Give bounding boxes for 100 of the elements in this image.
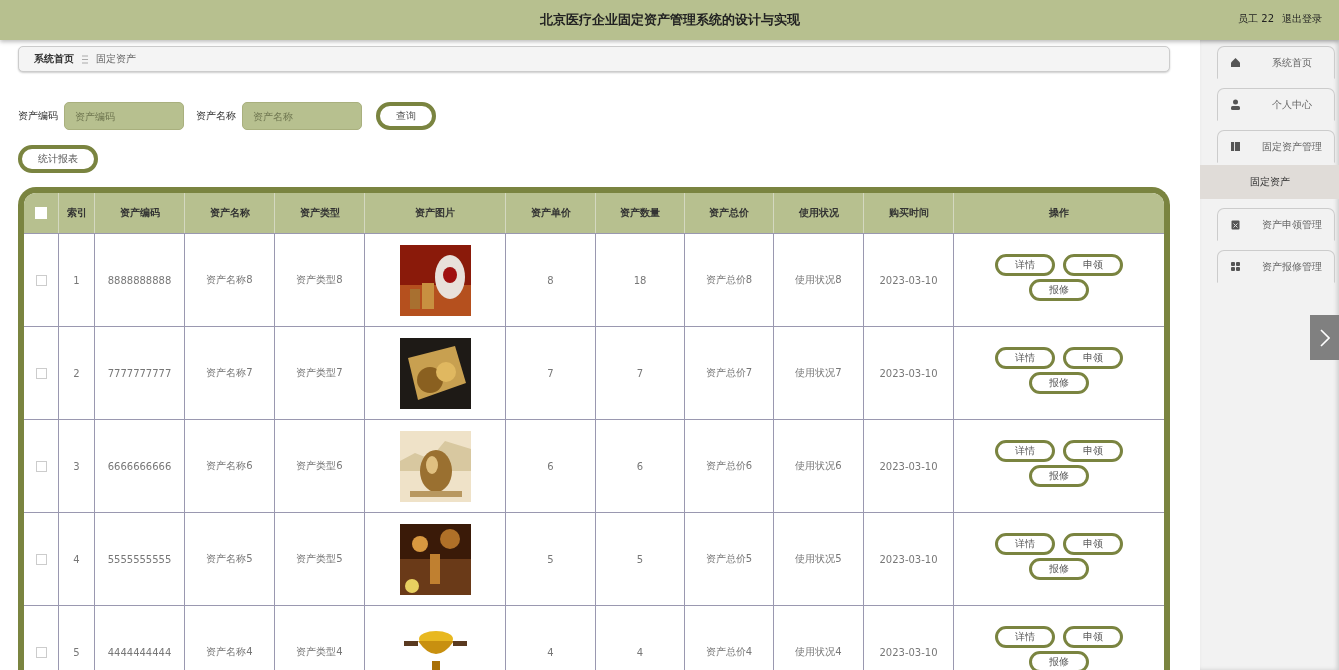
action-button[interactable]: 详情 [995,439,1055,462]
table-cell: 资产类型6 [296,459,343,473]
action-button[interactable]: 报修 [1029,371,1089,394]
table-cell: 资产总价6 [705,459,753,473]
sidebar-item[interactable]: 系统首页 [1217,46,1335,79]
row-checkbox[interactable] [35,274,47,286]
column-header: 资产图片 [415,206,455,220]
logout-link[interactable]: 退出登录 [1282,12,1322,26]
table-cell: 6 [547,460,554,472]
search-field[interactable]: 资产编码 [64,102,184,130]
table-cell: 使用状况6 [795,459,842,473]
action-button[interactable]: 详情 [995,253,1055,276]
table-cell: 4 [547,646,554,658]
table-cell: 资产名称5 [206,552,253,566]
row-checkbox[interactable] [35,367,47,379]
sidebar-item[interactable]: 固定资产管理 [1217,130,1335,163]
field-label: 资产编码 [18,109,58,123]
action-button[interactable]: 申领 [1063,346,1123,369]
home-icon [1230,57,1241,68]
column-header: 使用状况 [798,206,839,220]
action-button[interactable]: 申领 [1063,253,1123,276]
table-cell: 2023-03-10 [879,646,938,658]
table-cell: 1 [73,274,80,286]
column-header: 购买时间 [888,206,929,220]
table-cell: 资产名称7 [206,366,253,380]
table-cell: 资产类型8 [296,273,343,287]
separator-icon [82,54,88,64]
action-button[interactable]: 报修 [1029,650,1089,670]
column-header: 资产类型 [299,206,340,220]
table-cell: 使用状况7 [795,366,842,380]
table-cell: 6 [636,460,644,472]
column-header: 资产单价 [530,206,571,220]
table-cell: 资产名称4 [206,645,253,659]
grid-icon [1230,261,1241,272]
table-cell: 5 [73,646,80,658]
column-header: 索引 [66,206,87,220]
action-button[interactable]: 详情 [995,625,1055,648]
table-cell: 2023-03-10 [879,460,938,472]
action-button[interactable]: 报修 [1029,278,1089,301]
book-icon [1230,141,1241,152]
table-cell: 5555555555 [107,553,172,565]
select-all-checkbox[interactable] [35,207,47,219]
table-cell: 6666666666 [107,460,172,472]
table-cell: 资产总价8 [705,273,753,287]
action-button[interactable]: 申领 [1063,532,1123,555]
table-cell: 使用状况5 [795,552,842,566]
user-name: 员工 22 [1238,12,1274,26]
sidebar-item[interactable]: 资产申领管理 [1217,208,1335,241]
table-cell: 8888888888 [107,274,172,286]
table-cell: 5 [636,553,644,565]
table-cell: 资产名称6 [206,459,253,473]
action-button[interactable]: 报修 [1029,557,1089,580]
table-cell: 7 [547,367,554,379]
chevron-right-icon [1319,328,1330,347]
table-cell: 资产总价5 [705,552,753,566]
column-header: 资产名称 [209,206,250,220]
table-cell: 2023-03-10 [879,367,938,379]
sidebar-item[interactable]: 个人中心 [1217,88,1335,121]
action-button[interactable]: 申领 [1063,439,1123,462]
table-cell: 4444444444 [107,646,172,658]
column-header: 资产总价 [709,206,749,220]
action-button[interactable]: 详情 [995,346,1055,369]
column-header: 操作 [1049,206,1069,220]
table-cell: 使用状况8 [795,273,842,287]
row-checkbox[interactable] [35,646,47,658]
table-cell: 资产总价4 [705,645,753,659]
table-cell: 4 [636,646,644,658]
table-cell: 2023-03-10 [879,274,938,286]
table-cell: 2 [73,367,80,379]
table-cell: 资产总价7 [705,366,753,380]
expand-button[interactable] [1310,315,1339,360]
user-icon [1230,99,1241,110]
submenu-item[interactable]: 固定资产 [1200,165,1339,199]
table-cell: 资产类型4 [296,645,343,659]
action-button[interactable]: 报修 [1029,464,1089,487]
search-field[interactable]: 资产名称 [242,102,362,130]
sidebar-item[interactable]: 资产报修管理 [1217,250,1335,283]
action-button[interactable]: 申领 [1063,625,1123,648]
table-cell: 8 [547,274,554,286]
column-header: 资产数量 [620,206,660,220]
table-cell: 资产名称8 [206,273,253,287]
table-cell: 7777777777 [107,367,172,379]
row-checkbox[interactable] [35,553,47,565]
field-label: 资产名称 [196,109,236,123]
row-checkbox[interactable] [35,460,47,472]
column-header: 资产编码 [119,206,160,220]
breadcrumb-link[interactable]: 固定资产 [96,52,136,66]
table-cell: 18 [633,274,647,286]
clipboard-icon [1230,219,1241,230]
table-cell: 4 [73,553,80,565]
table-cell: 资产类型5 [296,552,343,566]
table-cell: 使用状况4 [795,645,842,659]
table-cell: 7 [636,367,644,379]
search-button[interactable]: 查询 [376,102,436,130]
table-cell: 资产类型7 [296,366,343,380]
breadcrumb-link[interactable]: 系统首页 [34,52,74,66]
action-button[interactable]: 详情 [995,532,1055,555]
app-title: 北京医疗企业固定资产管理系统的设计与实现 [539,11,800,29]
table-cell: 2023-03-10 [879,553,938,565]
report-button[interactable]: 统计报表 [18,145,98,173]
